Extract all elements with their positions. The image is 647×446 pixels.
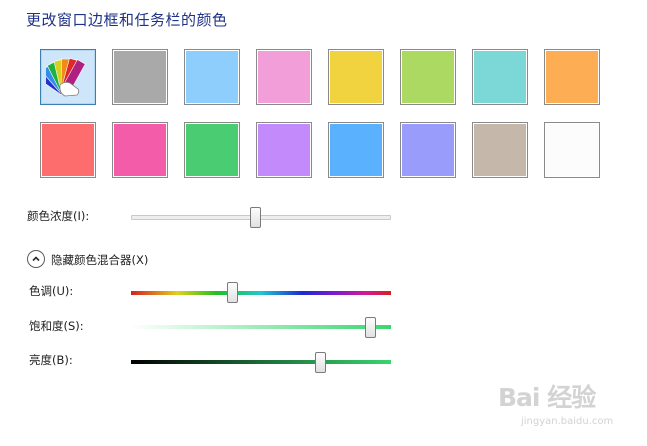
intensity-track[interactable] (131, 215, 391, 220)
swatch-violet[interactable] (256, 122, 312, 178)
swatch-gray[interactable] (112, 49, 168, 105)
saturation-label: 饱和度(S): (29, 319, 84, 333)
swatch-fill (474, 124, 526, 176)
swatch-yellow[interactable] (328, 49, 384, 105)
swatch-sky-blue[interactable] (184, 49, 240, 105)
hue-thumb[interactable] (227, 282, 238, 303)
swatch-blue[interactable] (328, 122, 384, 178)
hue-track[interactable] (131, 291, 391, 295)
brightness-slider[interactable] (131, 350, 391, 374)
swatch-lime[interactable] (400, 49, 456, 105)
hue-slider[interactable] (131, 281, 391, 305)
swatch-taupe[interactable] (472, 122, 528, 178)
saturation-thumb[interactable] (365, 317, 376, 338)
saturation-slider[interactable] (131, 315, 391, 339)
chevron-up-icon (32, 256, 40, 262)
brightness-thumb[interactable] (315, 352, 326, 373)
swatch-fill (330, 124, 382, 176)
color-swatch-grid (40, 49, 605, 181)
swatch-fill (186, 51, 238, 103)
intensity-label: 颜色浓度(I): (27, 209, 90, 223)
swatch-fill (42, 124, 94, 176)
swatch-red[interactable] (40, 122, 96, 178)
swatch-fill (114, 51, 166, 103)
intensity-slider[interactable] (131, 205, 391, 229)
brightness-track[interactable] (131, 360, 391, 364)
watermark-url: jingyan.baidu.com (521, 416, 614, 427)
intensity-thumb[interactable] (250, 207, 261, 228)
page-title: 更改窗口边框和任务栏的颜色 (26, 11, 228, 29)
color-palette-icon (46, 57, 86, 97)
swatch-fill (258, 124, 310, 176)
swatch-periwinkle[interactable] (400, 122, 456, 178)
swatch-white[interactable] (544, 122, 600, 178)
swatch-green[interactable] (184, 122, 240, 178)
saturation-track[interactable] (131, 325, 391, 329)
hide-mixer-button[interactable] (27, 250, 45, 268)
swatch-fill (546, 51, 598, 103)
swatch-orange[interactable] (544, 49, 600, 105)
swatch-fill (474, 51, 526, 103)
swatch-custom[interactable] (40, 49, 96, 105)
swatch-pink[interactable] (256, 49, 312, 105)
swatch-fill (402, 124, 454, 176)
swatch-fill (330, 51, 382, 103)
swatch-fill (546, 124, 598, 176)
swatch-magenta[interactable] (112, 122, 168, 178)
swatch-fill (402, 51, 454, 103)
swatch-teal[interactable] (472, 49, 528, 105)
swatch-fill (186, 124, 238, 176)
brightness-label: 亮度(B): (29, 353, 73, 367)
baidu-watermark: Bai 经验 jingyan.baidu.com (498, 378, 613, 427)
watermark-main: Bai 经验 (498, 383, 596, 412)
swatch-fill (114, 124, 166, 176)
hide-mixer-label[interactable]: 隐藏颜色混合器(X) (51, 252, 148, 268)
hue-label: 色调(U): (29, 284, 74, 298)
swatch-fill (258, 51, 310, 103)
